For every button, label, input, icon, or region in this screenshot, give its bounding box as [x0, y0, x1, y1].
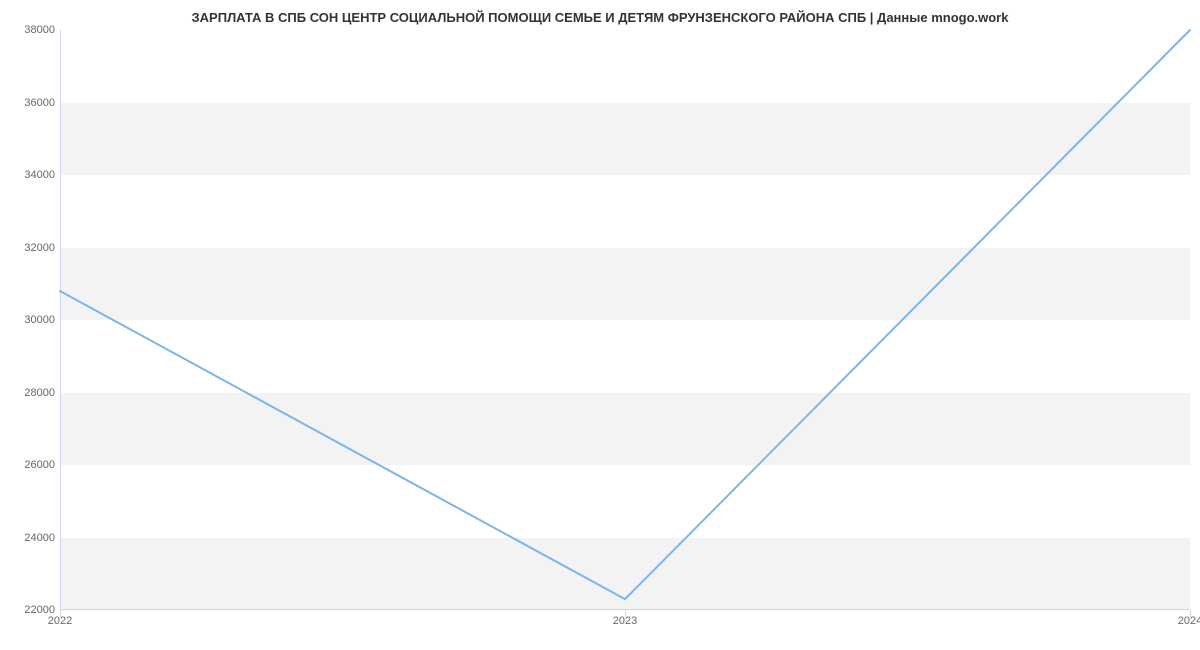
y-tick-label: 28000 — [5, 387, 55, 399]
chart-svg — [60, 30, 1190, 610]
x-tick-mark — [1190, 610, 1191, 618]
chart-title: ЗАРПЛАТА В СПБ СОН ЦЕНТР СОЦИАЛЬНОЙ ПОМО… — [0, 10, 1200, 25]
y-tick-label: 26000 — [5, 459, 55, 471]
y-tick-label: 32000 — [5, 242, 55, 254]
y-tick-label: 38000 — [5, 24, 55, 36]
y-tick-label: 24000 — [5, 532, 55, 544]
chart-container: ЗАРПЛАТА В СПБ СОН ЦЕНТР СОЦИАЛЬНОЙ ПОМО… — [0, 0, 1200, 650]
x-tick-mark — [60, 610, 61, 618]
x-tick-label: 2024 — [1178, 615, 1200, 627]
x-tick-mark — [625, 610, 626, 618]
data-line — [60, 30, 1190, 599]
y-tick-label: 30000 — [5, 314, 55, 326]
plot-area — [60, 30, 1190, 610]
y-tick-label: 34000 — [5, 169, 55, 181]
y-tick-label: 36000 — [5, 97, 55, 109]
